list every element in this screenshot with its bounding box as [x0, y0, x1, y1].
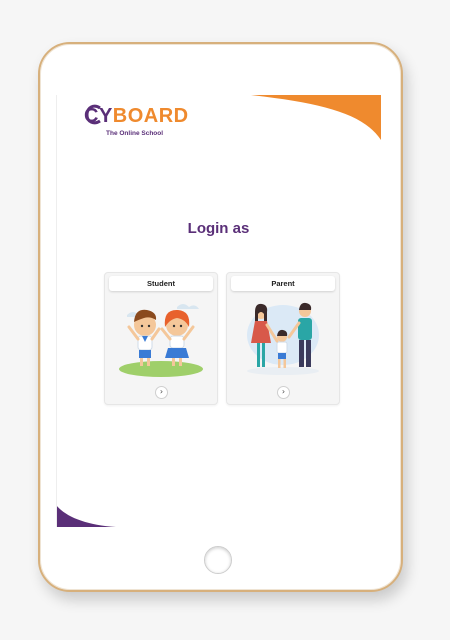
parent-login-card[interactable]: Parent ›: [226, 272, 340, 405]
purple-wave-decoration: [56, 505, 116, 527]
family-illustration: [247, 302, 319, 375]
chevron-right-icon[interactable]: ›: [155, 386, 168, 399]
parent-card-label: Parent: [231, 276, 335, 291]
logo-wordmark: CYBOARD: [84, 105, 189, 128]
orange-wave-decoration: [251, 95, 381, 140]
logo-tagline: The Online School: [106, 130, 164, 137]
logo-wordmark-suffix: BOARD: [112, 105, 189, 127]
student-card-label: Student: [109, 276, 213, 291]
login-screen: CYBOARD The Online School Login as Stude…: [56, 95, 381, 527]
logo-wordmark-prefix: CY: [84, 105, 113, 127]
page-title: Login as: [187, 220, 250, 237]
home-button[interactable]: [204, 546, 232, 574]
cyboard-logo: CYBOARD The Online School: [84, 104, 204, 145]
student-login-card[interactable]: Student ›: [104, 272, 218, 405]
screen-edge-divider: [56, 95, 57, 527]
students-illustration: [119, 304, 203, 377]
chevron-right-icon[interactable]: ›: [277, 386, 290, 399]
